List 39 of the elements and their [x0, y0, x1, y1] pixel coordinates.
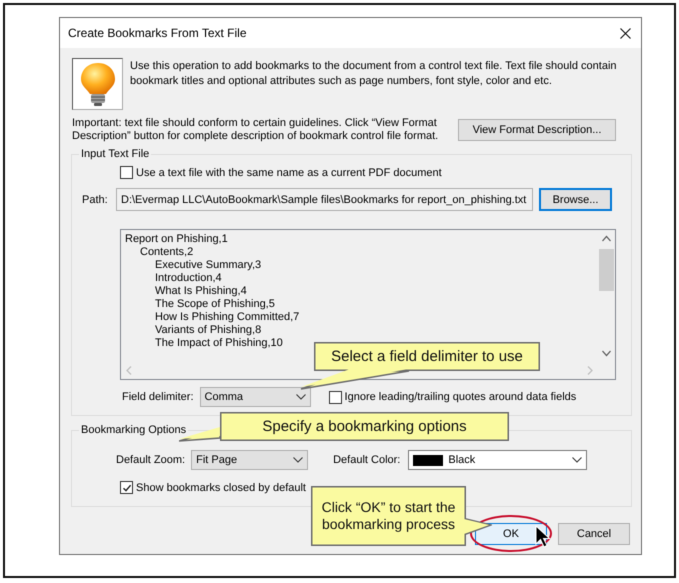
- checkbox-label: Show bookmarks closed by default: [136, 482, 306, 494]
- list-line: The Scope of Phishing,5: [155, 298, 276, 311]
- list-line: What Is Phishing,4: [155, 285, 248, 298]
- field-label: Path:: [81, 194, 109, 206]
- list-line: The Impact of Phishing,10: [155, 337, 284, 350]
- callout-text: Specify a bookmarking options: [262, 418, 467, 435]
- path-field[interactable]: D:\Evermap LLC\AutoBookmark\Sample files\Bookmarks for report_on_phishing.txt: [116, 188, 533, 211]
- checkbox-label: Ignore leading/trailing quotes around data fields: [344, 391, 576, 403]
- note-text: Important: text file should conform to certain guidelines. Click “View Format Description” button for complete description of bookmark control file format.: [72, 117, 440, 143]
- view-format-button[interactable]: View Format Description...: [458, 119, 616, 141]
- chevron-icon: [296, 394, 306, 400]
- dropdown[interactable]: Black: [408, 450, 588, 470]
- dropdown[interactable]: Fit Page: [191, 450, 308, 470]
- field-label: Default Zoom:: [116, 454, 186, 466]
- description-text: Use this operation to add bookmarks to the document from a control text file. Text file should contain bookmark titles and optional attributes such as page numbers, font style, color and etc.: [130, 59, 618, 89]
- list-line: How Is Phishing Committed,7: [155, 311, 300, 324]
- field-label: Field delimiter:: [122, 391, 194, 403]
- checkbox-label: Use a text file with the same name as a current PDF document: [136, 166, 442, 178]
- checkbox[interactable]: [328, 390, 342, 404]
- close-icon[interactable]: [620, 28, 631, 38]
- dropdown[interactable]: Comma: [200, 387, 311, 407]
- checkbox[interactable]: [120, 166, 133, 179]
- list-line: Report on Phishing,1: [125, 233, 229, 246]
- chevron-icon: [293, 457, 304, 463]
- cursor-icon: [535, 525, 551, 549]
- list-line: Introduction,4: [155, 272, 223, 285]
- dialog-button[interactable]: Cancel: [558, 523, 630, 545]
- list-line: Executive Summary,3: [155, 259, 262, 272]
- callout-text: Click “OK” to start the bookmarking process: [322, 499, 456, 532]
- group-title: Bookmarking Options: [80, 424, 188, 436]
- field-label: Default Color:: [333, 454, 400, 466]
- group-title: Input Text File: [80, 148, 150, 160]
- browse-button[interactable]: Browse...: [539, 188, 612, 211]
- callout-text: Select a field delimiter to use: [331, 348, 523, 365]
- chevron-icon: [572, 457, 582, 463]
- window-title: Create Bookmarks From Text File: [68, 26, 246, 40]
- list-line: Contents,2: [140, 246, 194, 259]
- checkbox[interactable]: [120, 481, 133, 494]
- list-line: Variants of Phishing,8: [155, 324, 262, 337]
